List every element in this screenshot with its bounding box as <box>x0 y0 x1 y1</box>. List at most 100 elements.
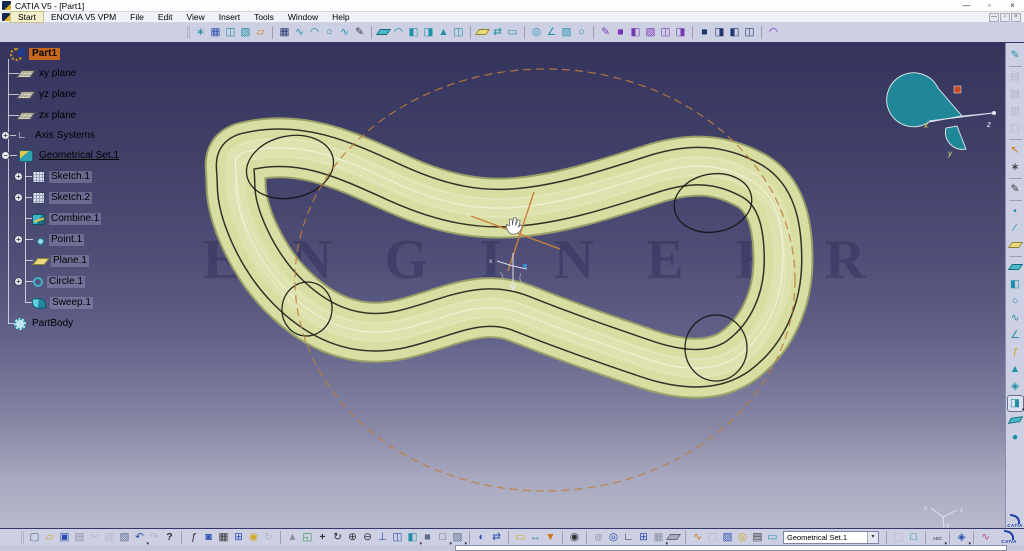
multi-section-surface-icon[interactable] <box>451 25 466 40</box>
compass[interactable]: x y z <box>887 73 996 158</box>
pan-icon[interactable] <box>315 530 330 545</box>
save-icon[interactable] <box>57 530 72 545</box>
zoom-in-icon[interactable] <box>345 530 360 545</box>
tree-item-geometrical-set[interactable]: Geometrical Set.1 <box>19 149 121 163</box>
globe-icon[interactable] <box>606 530 621 545</box>
profile-icon[interactable] <box>292 25 307 40</box>
spline-icon[interactable] <box>337 25 352 40</box>
menu-insert[interactable]: Insert <box>212 12 247 22</box>
restore-button[interactable]: ▫ <box>980 0 999 11</box>
plane-tool-icon[interactable] <box>1008 238 1023 253</box>
lock-icon[interactable] <box>246 530 261 545</box>
offset-surface-icon[interactable] <box>1008 277 1023 292</box>
undo-icon[interactable]: ▾ <box>132 530 147 545</box>
extrude-surface-icon[interactable] <box>1008 260 1023 275</box>
sew-surface-icon[interactable] <box>766 25 781 40</box>
measure-inertia-icon[interactable] <box>543 530 558 545</box>
format-icon[interactable] <box>1008 121 1023 136</box>
menu-start[interactable]: Start <box>10 11 44 23</box>
plane-surface-icon[interactable] <box>475 25 490 40</box>
measure-item-icon[interactable] <box>528 530 543 545</box>
toolbar-grip[interactable] <box>187 26 190 39</box>
compass-free-rotation-handle[interactable] <box>992 111 996 115</box>
tree-item-part1[interactable]: Part1 <box>10 47 60 61</box>
copy-format-icon[interactable] <box>705 530 720 545</box>
render-style-icon[interactable] <box>238 25 253 40</box>
sphere-surface-icon[interactable] <box>1008 430 1023 445</box>
tree-item-sweep1[interactable]: Sweep.1 <box>32 296 93 310</box>
wireframe-icon[interactable]: ▾ <box>435 530 450 545</box>
tree-item-point1[interactable]: Point.1 <box>34 233 84 247</box>
fit-all-in-icon[interactable] <box>300 530 315 545</box>
search-icon[interactable] <box>735 530 750 545</box>
join-icon[interactable] <box>529 25 544 40</box>
menu-enovia[interactable]: ENOVIA V5 VPM <box>44 12 123 22</box>
extrapolate-icon[interactable] <box>505 25 520 40</box>
tree-item-circle1[interactable]: Circle.1 <box>33 275 85 289</box>
normal-view-icon[interactable] <box>375 530 390 545</box>
thick-surface-icon[interactable] <box>598 25 613 40</box>
paste-icon[interactable] <box>117 530 132 545</box>
menu-view[interactable]: View <box>180 12 212 22</box>
circle-tool-icon[interactable] <box>1008 294 1023 309</box>
working-plane-icon[interactable] <box>666 530 681 545</box>
product-structure-icon[interactable] <box>231 530 246 545</box>
compass-privileged-plane-handle[interactable] <box>954 86 961 93</box>
spline-tool-icon[interactable] <box>1008 311 1023 326</box>
tree-item-plane1[interactable]: Plane.1 <box>32 254 89 268</box>
snap-icon[interactable] <box>193 25 208 40</box>
sweep-surface-icon[interactable] <box>1008 413 1023 428</box>
catalog-icon[interactable] <box>253 25 268 40</box>
volume-shell-icon[interactable] <box>673 25 688 40</box>
tree-item-sketch2[interactable]: Sketch.2 <box>32 191 92 205</box>
snapshot-icon[interactable] <box>567 530 582 545</box>
symmetry-icon[interactable] <box>490 25 505 40</box>
doc-close-button[interactable]: × <box>1011 13 1021 22</box>
grid-icon[interactable] <box>208 25 223 40</box>
sketch-edit-icon[interactable] <box>352 25 367 40</box>
open-icon[interactable] <box>42 530 57 545</box>
three-point-arc-icon[interactable] <box>322 25 337 40</box>
split-icon[interactable] <box>544 25 559 40</box>
catalog-1-icon[interactable] <box>891 530 906 545</box>
sweep-surface-icon[interactable] <box>421 25 436 40</box>
expand-icon-sketch2[interactable] <box>14 193 23 202</box>
toolbar-grip[interactable] <box>21 531 24 544</box>
menu-window[interactable]: Window <box>281 12 325 22</box>
close-volume-icon[interactable] <box>697 25 712 40</box>
volume-draft-icon[interactable] <box>658 25 673 40</box>
chevron-down-icon[interactable]: ▾ <box>867 532 878 543</box>
revolve-surface-icon[interactable]: ▾ <box>1008 396 1023 411</box>
new-icon[interactable] <box>27 530 42 545</box>
sew-volume-icon[interactable] <box>712 25 727 40</box>
copy-icon[interactable] <box>102 530 117 545</box>
paste-format-icon[interactable] <box>1008 87 1023 102</box>
expand-icon-circle1[interactable] <box>14 277 23 286</box>
chat-icon[interactable] <box>201 530 216 545</box>
tree-item-zx-plane[interactable]: zx plane <box>16 109 78 123</box>
sketcher-icon[interactable] <box>1008 48 1023 63</box>
freestyle-curve-icon[interactable] <box>978 530 993 545</box>
tree-item-sketch1[interactable]: Sketch.1 <box>32 170 92 184</box>
minimize-button[interactable]: — <box>957 0 976 11</box>
close-surface-icon[interactable] <box>613 25 628 40</box>
cut-icon[interactable] <box>87 530 102 545</box>
structure-grid-icon[interactable] <box>636 530 651 545</box>
zoom-out-icon[interactable] <box>360 530 375 545</box>
copy-format-icon[interactable] <box>1008 104 1023 119</box>
rotate-icon[interactable] <box>330 530 345 545</box>
tree-item-partbody[interactable]: PartBody <box>14 317 75 331</box>
shading-icon[interactable] <box>420 530 435 545</box>
menu-tools[interactable]: Tools <box>247 12 281 22</box>
stack-icon[interactable] <box>750 530 765 545</box>
box-icon[interactable] <box>906 530 921 545</box>
tree-item-axis-systems[interactable]: Axis Systems <box>17 129 97 143</box>
whats-this-icon[interactable] <box>162 530 177 545</box>
snap-icon[interactable] <box>1008 160 1023 175</box>
hide-show-icon[interactable] <box>474 530 489 545</box>
wave-analysis-icon[interactable] <box>690 530 705 545</box>
grid-icon[interactable]: ▾ <box>651 530 666 545</box>
spiral-icon[interactable] <box>591 530 606 545</box>
swap-visible-space-icon[interactable] <box>489 530 504 545</box>
corner-tool-icon[interactable] <box>1008 328 1023 343</box>
